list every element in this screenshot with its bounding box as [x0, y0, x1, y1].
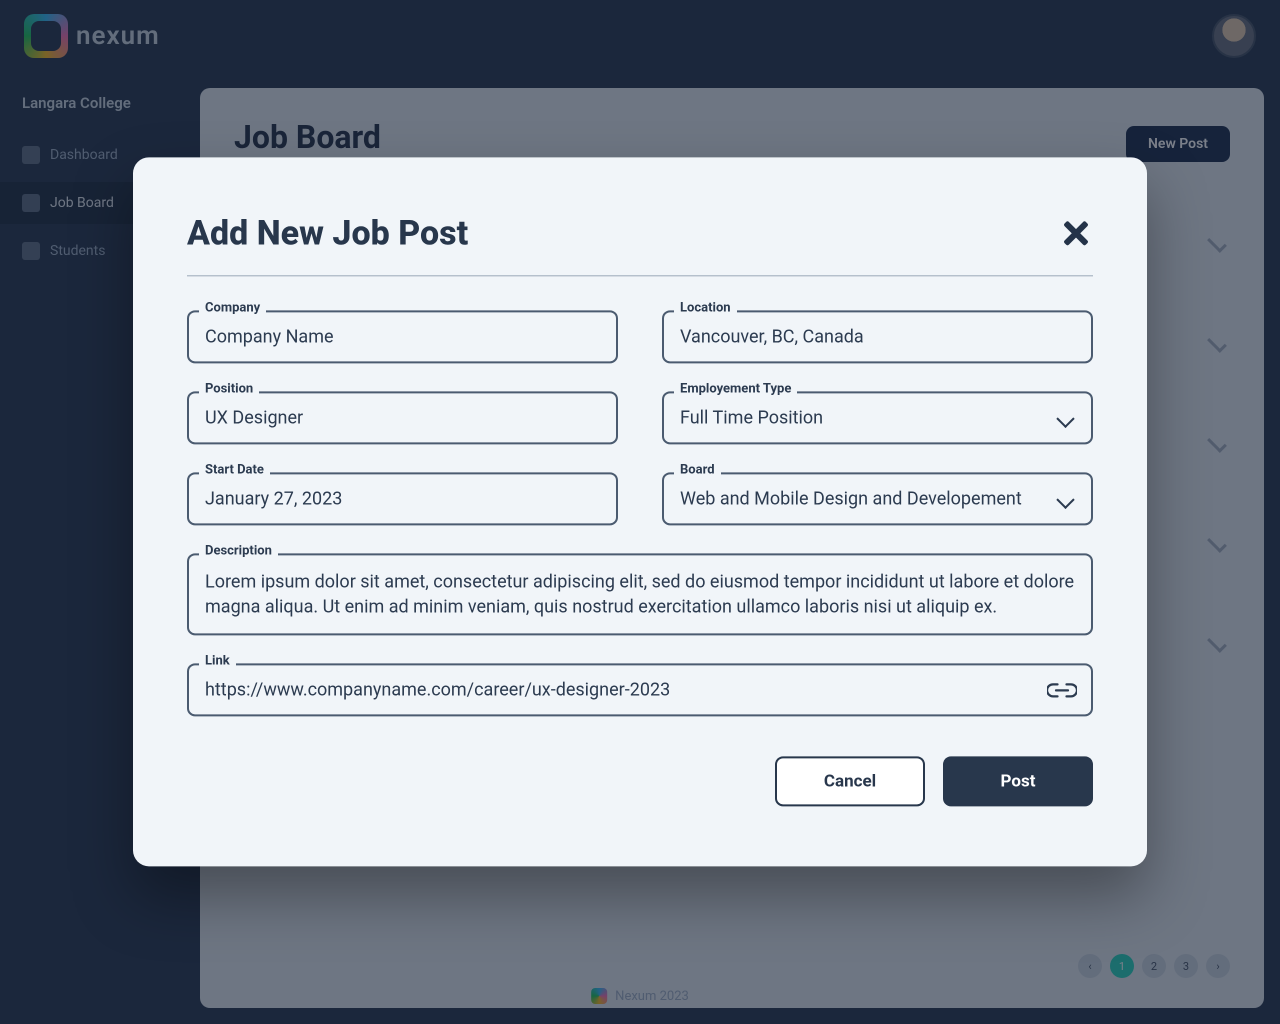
field-label: Employement Type: [674, 381, 797, 396]
field-label: Description: [199, 543, 278, 558]
location-input[interactable]: [662, 310, 1093, 363]
start-date-field: Start Date: [187, 472, 618, 525]
field-label: Position: [199, 381, 259, 396]
description-field: Description Lorem ipsum dolor sit amet, …: [187, 553, 1093, 635]
employment-type-select[interactable]: Full Time Position: [662, 391, 1093, 444]
board-field: Board Web and Mobile Design and Develope…: [662, 472, 1093, 525]
position-field: Position: [187, 391, 618, 444]
company-field: Company: [187, 310, 618, 363]
company-input[interactable]: [187, 310, 618, 363]
cancel-button[interactable]: Cancel: [775, 757, 925, 807]
employment-type-field: Employement Type Full Time Position: [662, 391, 1093, 444]
link-input[interactable]: [187, 664, 1093, 717]
post-button[interactable]: Post: [943, 757, 1093, 807]
modal-title: Add New Job Post: [187, 213, 468, 253]
field-label: Link: [199, 654, 236, 669]
field-label: Board: [674, 462, 721, 477]
field-label: Start Date: [199, 462, 270, 477]
start-date-input[interactable]: [187, 472, 618, 525]
location-field: Location: [662, 310, 1093, 363]
add-job-post-modal: Add New Job Post Company Location Positi…: [133, 157, 1147, 866]
position-input[interactable]: [187, 391, 618, 444]
field-label: Location: [674, 300, 737, 315]
description-textarea[interactable]: Lorem ipsum dolor sit amet, consectetur …: [187, 553, 1093, 635]
board-select[interactable]: Web and Mobile Design and Developement: [662, 472, 1093, 525]
field-label: Company: [199, 300, 266, 315]
close-icon[interactable]: [1059, 216, 1093, 250]
link-field: Link: [187, 664, 1093, 717]
